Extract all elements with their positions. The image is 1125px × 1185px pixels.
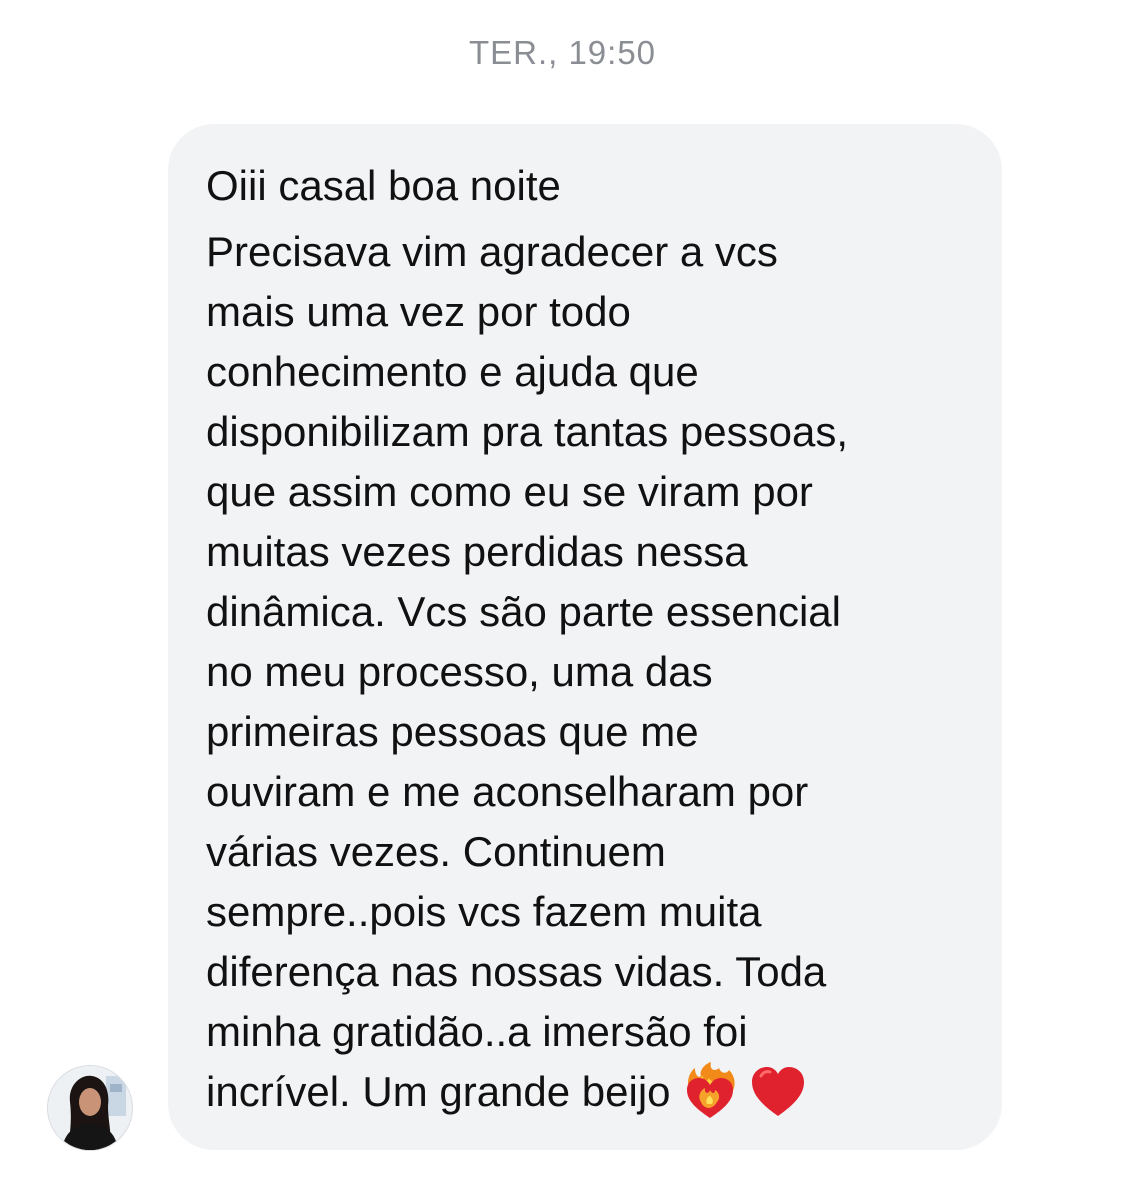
heart-on-fire-emoji-icon [681,1061,739,1120]
message-last-line: incrível. Um grande beijo [206,1061,966,1124]
message-line: no meu processo, uma das [206,648,713,695]
message-line: várias vezes. Continuem [206,828,666,875]
message-line: sempre..pois vcs fazem muita [206,888,762,935]
message-line: diferença nas nossas vidas. Toda [206,948,827,995]
message-line: mais uma vez por todo [206,288,631,335]
message-line: primeiras pessoas que me [206,708,699,755]
message-line: minha gratidão..a imersão foi [206,1008,748,1055]
message-greeting: Oiii casal boa noite [206,162,561,209]
message-line: conhecimento e ajuda que [206,348,699,395]
user-avatar-photo-icon [48,1066,132,1150]
message-line: que assim como eu se viram por [206,468,813,515]
message-line: Precisava vim agradecer a vcs [206,228,778,275]
sender-avatar[interactable] [48,1066,132,1150]
message-bubble[interactable]: Oiii casal boa noite Precisava vim agrad… [168,124,1002,1150]
message-line: muitas vezes perdidas nessa [206,528,748,575]
message-line: disponibilizam pra tantas pessoas, [206,408,849,455]
red-heart-emoji-icon [749,1062,807,1120]
message-row: Oiii casal boa noite Precisava vim agrad… [0,0,1125,1185]
message-line: ouviram e me aconselharam por [206,768,809,815]
message-line: dinâmica. Vcs são parte essencial [206,588,841,635]
message-line-text: incrível. Um grande beijo [206,1068,671,1115]
